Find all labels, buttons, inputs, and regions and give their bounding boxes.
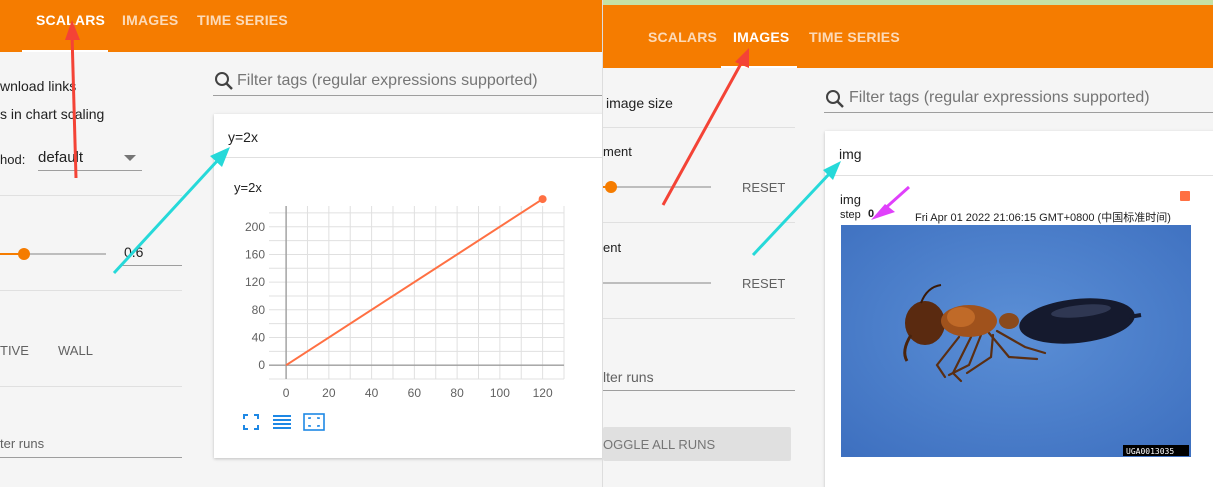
cyan-arrow-line: [751, 170, 833, 257]
images-panel: SCALARS IMAGES TIME SERIES image size me…: [602, 0, 1213, 487]
red-arrow-head: [735, 48, 749, 68]
red-arrow-line: [70, 33, 78, 179]
annotation-arrows: [65, 20, 230, 275]
red-arrow-line: [661, 59, 745, 206]
cyan-arrow-line: [112, 158, 220, 275]
scalars-panel: SCALARS IMAGES TIME SERIES wnload links …: [0, 0, 602, 487]
annotation-arrows: [661, 48, 910, 257]
magenta-arrow-head: [871, 204, 895, 220]
red-arrow-head: [65, 20, 80, 40]
